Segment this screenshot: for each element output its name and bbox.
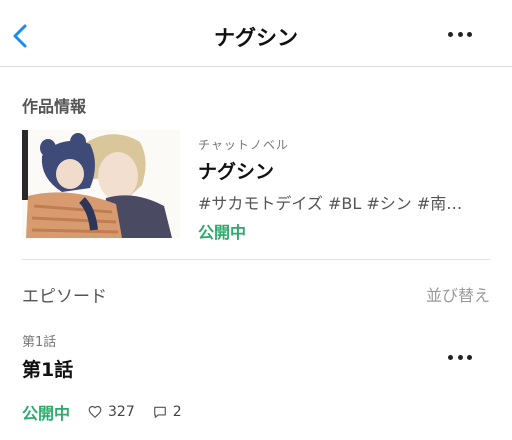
more-options-button[interactable] — [448, 27, 472, 41]
work-genre: チャットノベル — [198, 138, 289, 152]
episode-title[interactable]: 第1話 — [22, 355, 73, 382]
episode-number: 第1話 — [22, 335, 57, 350]
cover-image[interactable] — [22, 130, 180, 238]
work-info-heading: 作品情報 — [22, 97, 87, 116]
work-status: 公開中 — [198, 223, 247, 242]
work-tags: #サカモトデイズ #BL #シン #南… — [198, 194, 463, 213]
episode-meta: 公開中 327 2 — [22, 400, 200, 424]
work-title[interactable]: ナグシン — [198, 157, 274, 184]
heart-icon — [88, 405, 102, 419]
more-horizontal-icon — [448, 31, 453, 37]
section-divider — [22, 259, 490, 260]
cover-illustration — [22, 130, 180, 238]
page-title: ナグシン — [214, 26, 298, 50]
episode-more-button[interactable] — [448, 350, 472, 364]
more-horizontal-icon — [448, 354, 453, 360]
sort-button[interactable]: 並び替え — [426, 282, 490, 306]
comment-count: 2 — [172, 404, 182, 420]
navigation-bar: ナグシン — [0, 0, 512, 67]
like-count: 327 — [108, 404, 135, 420]
episode-status: 公開中 — [22, 404, 71, 423]
episodes-heading: エピソード — [22, 287, 107, 307]
comment-icon — [153, 406, 166, 418]
